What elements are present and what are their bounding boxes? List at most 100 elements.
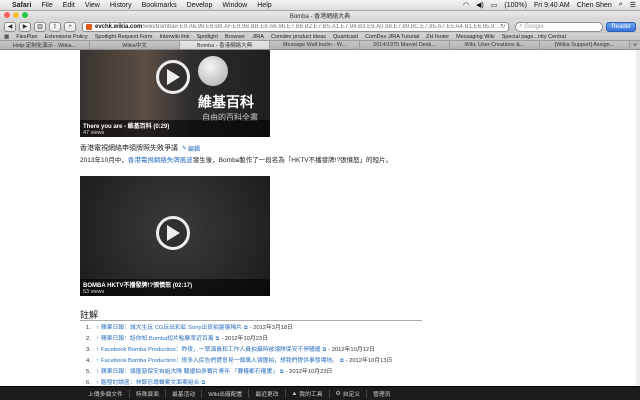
tab-wikia-zh[interactable]: Wikia中文: [90, 41, 180, 49]
reference-link[interactable]: 蘋果日報：話你知 Bomba短片點擊率近百萬: [101, 334, 214, 345]
references-divider: [80, 320, 422, 321]
tab-marvel[interactable]: 2014/1975 Marvel Desk...: [360, 41, 450, 49]
window-controls: [4, 12, 28, 18]
address-bar[interactable]: evchk.wikia.com /wiki/Bomba#.E9.A6.99.E6…: [82, 21, 510, 32]
footer-special-pages[interactable]: 特殊頁面: [130, 389, 166, 398]
backlink-icon[interactable]: ↑: [96, 334, 99, 345]
tab-bomba[interactable]: Bomba - 香港網絡大典: [180, 41, 270, 49]
menu-develop[interactable]: Develop: [187, 2, 213, 9]
bookmark-item[interactable]: Browser: [225, 34, 245, 40]
new-tab-icon[interactable]: +: [630, 41, 640, 49]
footer-wiki-features[interactable]: Wiki出廠配置: [202, 389, 250, 398]
bookmark-item[interactable]: Comdev product ideas: [271, 34, 326, 40]
bookmark-item[interactable]: Spotlight Request Form: [95, 34, 153, 40]
menu-bookmarks[interactable]: Bookmarks: [142, 2, 177, 9]
footer-customize[interactable]: ⚙ 自定义: [330, 389, 368, 398]
bookmark-item[interactable]: Quantcast: [333, 34, 358, 40]
bookmark-item[interactable]: Interwiki link: [160, 34, 190, 40]
edit-link[interactable]: ✎ 編輯: [182, 144, 200, 153]
footer-recent-changes[interactable]: 最近更改: [249, 389, 286, 398]
backlink-icon[interactable]: ↑: [96, 356, 99, 367]
volume-icon[interactable]: ◀): [476, 1, 484, 9]
bookmark-item[interactable]: ComDev JIRA Tutorial: [365, 34, 419, 40]
caret-up-icon: ▲: [291, 390, 298, 397]
bookmarks-bar: ▦ FlexPlan Extensions Policy Spotlight R…: [0, 33, 640, 41]
user-name[interactable]: Chen Shen: [577, 2, 612, 9]
scrollbar[interactable]: [636, 50, 640, 386]
notification-center-icon[interactable]: ☰: [630, 1, 636, 9]
section-heading: 香港電視網絡申領牌照失敗爭議: [80, 145, 178, 152]
window-title: Bomba - 香港網絡大典: [289, 14, 351, 20]
backlink-icon[interactable]: ↑: [96, 323, 99, 334]
footer-recent-activity[interactable]: 最基活动: [166, 389, 203, 398]
reader-button[interactable]: Reader: [606, 21, 636, 32]
backlink-icon[interactable]: ↑: [96, 367, 99, 378]
bookmark-item[interactable]: FlexPlan: [16, 34, 37, 40]
tab-wiki-user[interactable]: Wiki, User Creations &...: [450, 41, 540, 49]
tab-wikia-support[interactable]: [Wikia Support] Assign...: [540, 41, 630, 49]
bookmark-item[interactable]: JIRA: [252, 34, 264, 40]
menu-view[interactable]: View: [85, 2, 100, 9]
footer-upload-files[interactable]: 上傳多個文件: [82, 389, 130, 398]
play-icon[interactable]: [156, 216, 190, 250]
video-caption: There you are - 維基百科 (0:29) 47 views: [80, 120, 270, 137]
menu-edit[interactable]: Edit: [63, 2, 75, 9]
forward-arrow-icon: ▶: [22, 24, 28, 30]
footer-admin[interactable]: 管理员: [367, 389, 396, 398]
wifi-icon[interactable]: ◠: [463, 1, 469, 9]
reload-icon[interactable]: ↻: [500, 23, 505, 30]
battery-icon[interactable]: ▭: [491, 1, 498, 9]
play-icon[interactable]: [156, 60, 190, 94]
paragraph-suffix: 發生後，Bomba製作了一段名為「HKTV不播發牌!?張憤怒」的短片。: [192, 157, 393, 164]
url-host: evchk.wikia.com: [95, 23, 143, 30]
paragraph-link[interactable]: 香港電視網絡失牌風波: [128, 157, 193, 164]
reference-link[interactable]: 蘋果日報：領匯惡保安自組大隊 騷擾拍參賽片青年 「賽權都冇權實」: [101, 367, 278, 378]
video-title[interactable]: BOMBA HKTV不播發牌!?張憤怒 (02:17): [83, 280, 267, 289]
search-input[interactable]: ⌕ Google: [515, 21, 604, 32]
reference-link[interactable]: 腦發討論區：林鄭忍尋聲案文面案組合: [101, 378, 200, 386]
forward-button[interactable]: ▶: [19, 21, 31, 32]
gear-icon: ⚙: [335, 390, 341, 397]
menu-app-name[interactable]: Safari: [12, 2, 31, 9]
spotlight-search-icon[interactable]: ⌕: [619, 1, 623, 9]
tab-help-demo[interactable]: Help:定制化演示 - Wikia...: [0, 41, 90, 49]
menu-help[interactable]: Help: [257, 2, 271, 9]
video-player-2[interactable]: BOMBA HKTV不播發牌!?張憤怒 (02:17) 53 views: [80, 176, 270, 296]
external-link-icon: ⧉: [243, 325, 248, 331]
zoom-window-icon[interactable]: [22, 12, 28, 18]
pencil-icon: ✎: [182, 145, 188, 152]
tab-message-wall[interactable]: Message Wall:Inolin - W...: [270, 41, 360, 49]
backlink-icon[interactable]: ↑: [96, 378, 99, 386]
reference-date: - 2012年10月23日: [221, 336, 268, 342]
reference-link[interactable]: Facebook Bomba Production：昨夜，一眾演員和工作人員拍攝…: [101, 345, 321, 356]
video-player-1[interactable]: 維基百科 自由的百科全書 There you are - 維基百科 (0:29)…: [80, 50, 270, 137]
bookmark-item[interactable]: Special page...nity Central: [502, 34, 566, 40]
bookmark-item[interactable]: Messaging Wiki: [456, 34, 495, 40]
add-button[interactable]: +: [64, 21, 76, 32]
reference-link[interactable]: 蘋果日報：城大生玩 CG玩出彩虹 Sony出資拍變猿稀片: [101, 323, 242, 334]
minimize-window-icon[interactable]: [13, 12, 19, 18]
reference-number: 2.: [86, 336, 91, 342]
reference-date: - 2012年10月12日: [328, 347, 375, 353]
reference-item: 4. ↑ Facebook Bomba Production：很多人民告們提意見一個…: [86, 356, 486, 367]
reference-number: 3.: [86, 347, 91, 353]
reference-link[interactable]: Facebook Bomba Production：很多人民告們提意見一個萬人領…: [101, 356, 338, 367]
menu-window[interactable]: Window: [222, 2, 247, 9]
sidebar-button[interactable]: ▥: [34, 21, 46, 32]
back-arrow-icon: ◀: [7, 24, 13, 30]
backlink-icon[interactable]: ↑: [96, 345, 99, 356]
bookmark-item[interactable]: Spotlight: [196, 34, 217, 40]
menu-history[interactable]: History: [110, 2, 132, 9]
video-title[interactable]: There you are - 維基百科 (0:29): [83, 121, 267, 130]
back-button[interactable]: ◀: [4, 21, 16, 32]
bookmark-item[interactable]: ZH footer: [426, 34, 449, 40]
share-button[interactable]: ⇪: [49, 21, 61, 32]
bookmarks-grid-icon[interactable]: ▦: [4, 34, 9, 40]
battery-percent: (100%): [504, 1, 527, 9]
footer-my-tools[interactable]: ▲ 我的工具: [286, 389, 330, 398]
clock[interactable]: Fri 9:40 AM: [534, 2, 570, 9]
video-caption: BOMBA HKTV不播發牌!?張憤怒 (02:17) 53 views: [80, 279, 270, 296]
bookmark-item[interactable]: Extensions Policy: [45, 34, 88, 40]
close-window-icon[interactable]: [4, 12, 10, 18]
menu-file[interactable]: File: [41, 2, 52, 9]
